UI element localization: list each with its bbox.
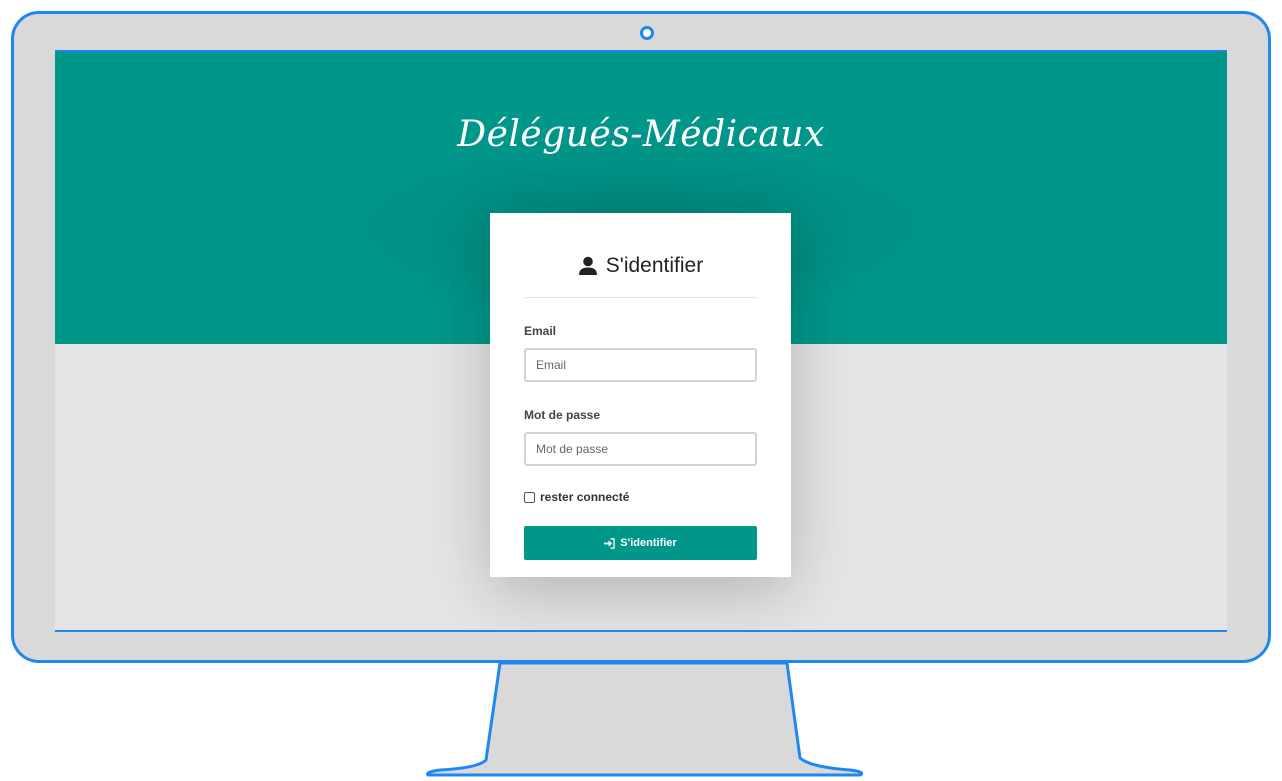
brand-title: Délégués-Médicaux — [457, 114, 825, 155]
title-divider — [524, 297, 757, 298]
sign-in-button-label: S'identifier — [620, 537, 677, 549]
remember-me-row[interactable]: rester connecté — [524, 490, 757, 504]
monitor-mockup: Délégués-Médicaux S'identifier Email Mot… — [0, 0, 1282, 781]
password-input[interactable] — [524, 432, 757, 466]
sign-in-icon — [604, 537, 616, 549]
remember-me-label: rester connecté — [540, 490, 630, 504]
remember-me-checkbox[interactable] — [524, 491, 535, 503]
email-label: Email — [524, 324, 557, 338]
sign-in-button[interactable]: S'identifier — [524, 526, 757, 560]
login-title: S'identifier — [524, 251, 757, 281]
password-label: Mot de passe — [524, 408, 601, 422]
webcam-icon — [640, 26, 654, 40]
email-input[interactable] — [524, 348, 757, 382]
user-icon — [578, 256, 597, 275]
login-title-text: S'identifier — [605, 254, 704, 277]
login-card: S'identifier Email Mot de passe rester c… — [490, 213, 791, 577]
screen: Délégués-Médicaux S'identifier Email Mot… — [55, 50, 1227, 632]
